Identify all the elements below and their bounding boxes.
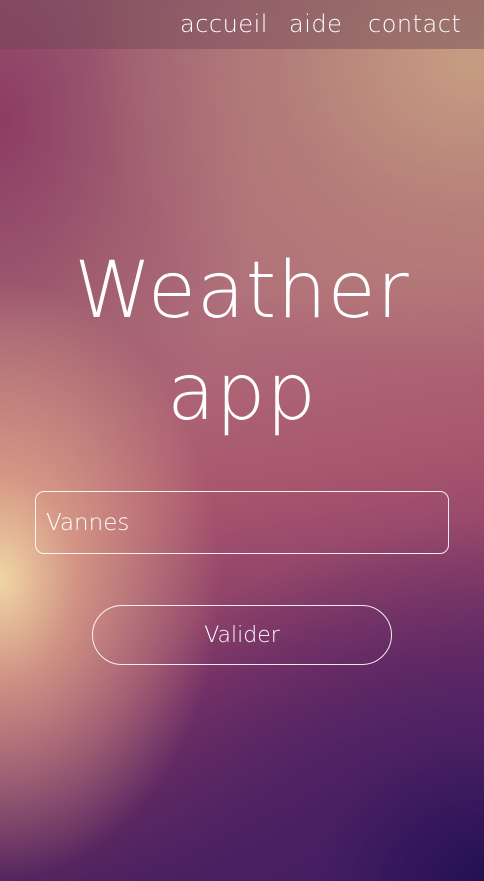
top-navbar: accueil aide contact [0, 0, 484, 49]
validate-button[interactable]: Valider [92, 605, 392, 665]
page-title: Weather app [0, 240, 484, 444]
page-title-line-1: Weather [74, 246, 410, 336]
nav-link-contact[interactable]: contact [368, 10, 461, 38]
page-title-line-2: app [167, 348, 317, 438]
nav-link-aide[interactable]: aide [289, 10, 342, 38]
nav-link-accueil[interactable]: accueil [180, 10, 268, 38]
city-search-input[interactable] [35, 491, 449, 554]
